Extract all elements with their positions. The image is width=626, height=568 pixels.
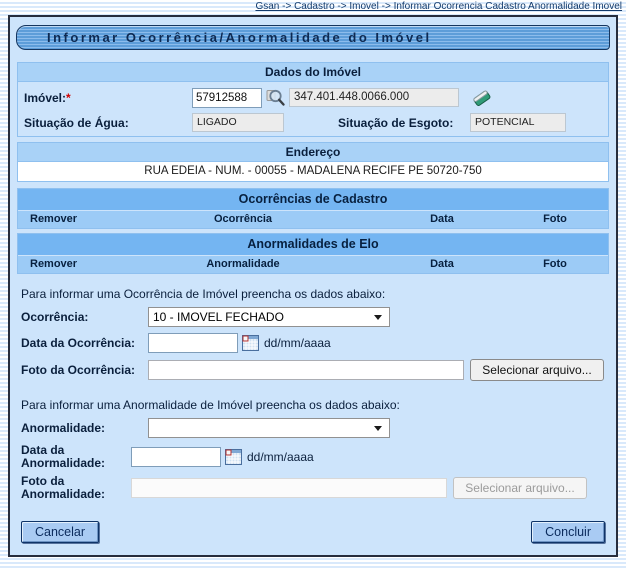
ocorrencia-select-value: 10 - IMOVEL FECHADO [153,310,284,324]
eraser-icon[interactable] [471,87,493,108]
foto-ocorrencia-filename-field[interactable] [148,360,464,380]
data-ocorrencia-input[interactable] [148,333,238,353]
col-data: Data [382,256,502,273]
situacao-esgoto-value: POTENCIAL [470,113,566,132]
cancel-button[interactable]: Cancelar [21,521,99,543]
dados-imovel-header: Dados do Imóvel [18,63,608,82]
imovel-input[interactable] [192,88,262,108]
dados-imovel-section: Dados do Imóvel Imóvel:* 347.401.448.006… [17,62,609,137]
ocorrencias-cadastro-header: Ocorrências de Cadastro [18,189,608,210]
foto-ocorrencia-file-button[interactable]: Selecionar arquivo... [470,359,604,381]
required-asterisk: * [66,91,71,105]
page-title-bar: Informar Ocorrência/Anormalidade do Imóv… [16,25,610,50]
anormalidade-instruction: Para informar uma Anormalidade de Imóvel… [21,398,607,412]
ocorrencias-cadastro-table: Ocorrências de Cadastro Remover Ocorrênc… [17,188,609,229]
foto-anormalidade-file-button: Selecionar arquivo... [453,477,587,499]
anormalidades-elo-header: Anormalidades de Elo [18,234,608,255]
foto-anormalidade-label: Foto da Anormalidade: [21,475,131,501]
anormalidade-label: Anormalidade: [21,422,148,435]
data-anormalidade-input[interactable] [131,447,221,467]
anormalidades-elo-table: Anormalidades de Elo Remover Anormalidad… [17,233,609,274]
situacao-agua-label: Situação de Água: [24,116,192,130]
endereco-section: Endereço RUA EDEIA - NUM. - 00055 - MADA… [17,142,609,182]
endereco-header: Endereço [18,143,608,162]
chevron-down-icon [374,426,382,431]
data-ocorrencia-label: Data da Ocorrência: [21,337,148,350]
ocorrencia-label: Ocorrência: [21,311,148,324]
endereco-value: RUA EDEIA - NUM. - 00055 - MADALENA RECI… [18,162,608,181]
confirm-button[interactable]: Concluir [531,521,605,543]
inscricao-field: 347.401.448.0066.000 [289,88,459,107]
col-data: Data [382,211,502,228]
anormalidade-select[interactable] [148,418,390,438]
data-anormalidade-format: dd/mm/aaaa [247,450,314,464]
situacao-esgoto-label: Situação de Esgoto: [338,116,470,130]
search-icon[interactable] [266,88,286,108]
col-ocorrencia: Ocorrência [104,211,382,228]
chevron-down-icon [374,315,382,320]
ocorrencia-instruction: Para informar uma Ocorrência de Imóvel p… [21,287,607,301]
ocorrencia-select[interactable]: 10 - IMOVEL FECHADO [148,307,390,327]
col-remover: Remover [18,256,104,273]
foto-ocorrencia-label: Foto da Ocorrência: [21,364,148,377]
main-panel: Informar Ocorrência/Anormalidade do Imóv… [8,15,618,557]
imovel-label-text: Imóvel: [24,91,66,105]
foto-anormalidade-filename-field [131,478,447,498]
data-ocorrencia-format: dd/mm/aaaa [264,336,331,350]
data-anormalidade-label: Data da Anormalidade: [21,444,131,470]
calendar-icon[interactable] [242,335,259,351]
col-anormalidade: Anormalidade [104,256,382,273]
col-remover: Remover [18,211,104,228]
calendar-icon[interactable] [225,449,242,465]
page-title: Informar Ocorrência/Anormalidade do Imóv… [17,26,609,49]
imovel-label: Imóvel:* [24,91,192,105]
col-foto: Foto [502,256,608,273]
situacao-agua-value: LIGADO [192,113,284,132]
breadcrumb[interactable]: Gsan -> Cadastro -> Imovel -> Informar O… [255,1,622,12]
col-foto: Foto [502,211,608,228]
